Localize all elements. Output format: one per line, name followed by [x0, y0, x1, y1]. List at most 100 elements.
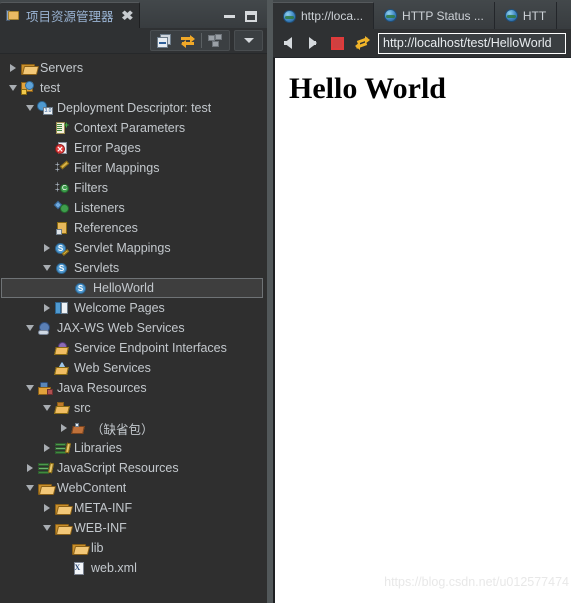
folder-open-icon [53, 523, 71, 535]
references-icon [53, 221, 71, 235]
browser-tab[interactable]: HTTP Status ... [374, 2, 495, 29]
tree-item[interactable]: Java Resources [0, 378, 267, 398]
tree-item[interactable]: + Context Parameters [0, 118, 267, 138]
collapse-arrow-icon[interactable] [23, 105, 36, 111]
collapse-arrow-icon[interactable] [23, 325, 36, 331]
toolbar-group-primary [150, 30, 230, 51]
tree-item-label: JavaScript Resources [57, 461, 179, 475]
back-icon [283, 37, 292, 49]
tree-item-label: Welcome Pages [74, 301, 165, 315]
tree-item[interactable]: 3.0 Deployment Descriptor: test [0, 98, 267, 118]
back-button[interactable] [278, 34, 297, 53]
tree-item-label: Service Endpoint Interfaces [74, 341, 227, 355]
tree-item-label: （缺省包） [91, 422, 154, 437]
maximize-icon[interactable] [245, 11, 257, 22]
tree-item[interactable]: ✕ Error Pages [0, 138, 267, 158]
service-endpoint-interfaces-icon [53, 341, 71, 355]
tree-item-label: Servlet Mappings [74, 241, 171, 255]
tree-item[interactable]: + + Filter Mappings [0, 158, 267, 178]
minimize-icon[interactable] [224, 15, 235, 18]
browser-tab[interactable]: http://loca... [273, 2, 375, 29]
link-with-editor-button[interactable] [176, 31, 199, 50]
tab-project-explorer[interactable]: 项目资源管理器 ✖ [0, 2, 141, 28]
tree-item[interactable]: test [0, 78, 267, 98]
listeners-icon [53, 200, 71, 215]
view-titlebar: 项目资源管理器 ✖ [0, 0, 267, 28]
toolbar-group-dropdown [234, 30, 263, 51]
collapse-arrow-icon[interactable] [40, 525, 53, 531]
tree-item[interactable]: WEB-INF [0, 518, 267, 538]
expand-arrow-icon[interactable] [40, 244, 53, 252]
expand-arrow-icon[interactable] [57, 424, 70, 432]
source-folder-icon [53, 402, 71, 414]
collapse-arrow-icon[interactable] [40, 265, 53, 271]
expand-arrow-icon[interactable] [40, 444, 53, 452]
collapse-all-button[interactable] [153, 31, 176, 50]
tree-item-label: References [74, 221, 138, 235]
tree-item[interactable]: src [0, 398, 267, 418]
tree-item-label: Web Services [74, 361, 151, 375]
browser-tab-bar: http://loca... HTTP Status ... HTT [273, 0, 571, 29]
project-explorer-icon [6, 9, 21, 23]
tree-item-label: JAX-WS Web Services [57, 321, 185, 335]
expand-arrow-icon[interactable] [40, 304, 53, 312]
globe-icon [283, 9, 296, 23]
view-menu-icon [207, 33, 224, 48]
globe-icon [504, 9, 518, 22]
collapse-arrow-icon[interactable] [6, 85, 19, 91]
tree-item-label: Servers [40, 61, 84, 75]
url-input[interactable]: http://localhost/test/HelloWorld [378, 32, 566, 54]
browser-tab-label: HTTP Status ... [402, 8, 484, 23]
tree-item[interactable]: Web Services [0, 358, 267, 378]
stop-button[interactable] [328, 34, 347, 53]
close-icon[interactable]: ✖ [121, 9, 134, 22]
jax-ws-icon [36, 321, 54, 335]
tree-item[interactable]: （缺省包） [0, 418, 267, 438]
welcome-pages-icon [53, 301, 71, 315]
tree-item-label: Filter Mappings [74, 161, 160, 175]
tree-item[interactable]: Listeners [0, 198, 267, 218]
tree-item[interactable]: S Servlet Mappings [0, 238, 267, 258]
tree-item[interactable]: WebContent [0, 478, 267, 498]
project-explorer-view: 项目资源管理器 ✖ Servers test 3.0 Deployment De… [0, 0, 267, 603]
tree-item[interactable]: + + C Filters [0, 178, 267, 198]
collapse-arrow-icon[interactable] [23, 385, 36, 391]
web-services-icon [53, 361, 71, 375]
java-resources-icon [36, 381, 54, 395]
project-tree[interactable]: Servers test 3.0 Deployment Descriptor: tes… [0, 54, 267, 603]
tree-item-selected[interactable]: S HelloWorld [1, 278, 263, 298]
tree-item-label: Error Pages [74, 141, 141, 155]
view-menu-button[interactable] [204, 31, 227, 50]
collapse-arrow-icon[interactable] [40, 405, 53, 411]
page-heading: Hello World [289, 72, 446, 105]
tree-item[interactable]: Welcome Pages [0, 298, 267, 318]
libraries-icon [36, 462, 54, 474]
browser-tab[interactable]: HTT [495, 2, 558, 29]
forward-button[interactable] [303, 34, 322, 53]
tree-item-label: Filters [74, 181, 109, 195]
expand-arrow-icon[interactable] [6, 64, 19, 72]
collapse-arrow-icon[interactable] [23, 485, 36, 491]
servlets-icon: S [53, 262, 71, 275]
browser-navigation-bar: http://localhost/test/HelloWorld [273, 29, 571, 58]
window-controls [224, 11, 267, 28]
tree-item[interactable]: Xweb.xml [0, 558, 267, 578]
refresh-button[interactable] [353, 34, 372, 53]
expand-arrow-icon[interactable] [40, 504, 53, 512]
tree-item[interactable]: Servers [0, 58, 267, 78]
libraries-icon [53, 442, 71, 454]
tree-item[interactable]: META-INF [0, 498, 267, 518]
view-dropdown-button[interactable] [237, 31, 260, 50]
tree-item[interactable]: S Servlets [0, 258, 267, 278]
tree-item[interactable]: JAX-WS Web Services [0, 318, 267, 338]
tree-item-label: src [74, 401, 91, 415]
expand-arrow-icon[interactable] [23, 464, 36, 472]
tree-item[interactable]: Service Endpoint Interfaces [0, 338, 267, 358]
tree-item[interactable]: JavaScript Resources [0, 458, 267, 478]
tree-item-label: Libraries [74, 441, 122, 455]
tree-item[interactable]: References [0, 218, 267, 238]
chevron-down-icon [243, 38, 254, 43]
context-parameters-icon: + [53, 120, 71, 135]
tree-item[interactable]: lib [0, 538, 267, 558]
tree-item[interactable]: Libraries [0, 438, 267, 458]
